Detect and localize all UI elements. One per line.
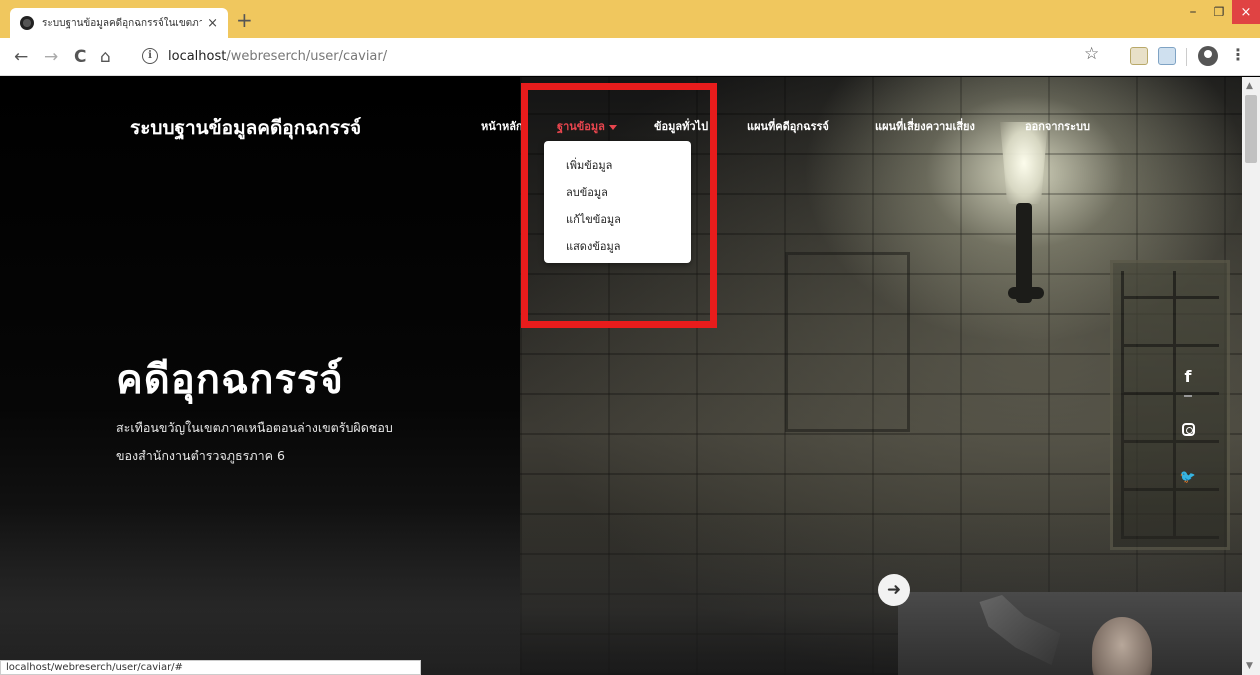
next-slide-arrow-icon[interactable]: ➜ [878, 574, 910, 606]
window-maximize-button[interactable]: ❐ [1206, 0, 1232, 24]
tab-close-icon[interactable]: × [207, 17, 218, 30]
wall-door-decoration [785, 252, 910, 432]
scroll-up-icon[interactable]: ▲ [1246, 81, 1253, 91]
street-lamp-hook [1008, 287, 1044, 299]
slide-thumbnail[interactable] [898, 592, 1243, 675]
info-icon[interactable]: i [142, 48, 158, 64]
profile-avatar-icon[interactable] [1198, 46, 1218, 66]
site-brand[interactable]: ระบบฐานข้อมูลคดีอุกฉกรรจ์ [130, 113, 361, 143]
link-status-bar: localhost/webreserch/user/caviar/# [0, 660, 421, 675]
page-viewport: ระบบฐานข้อมูลคดีอุกฉกรรจ์ หน้าหลัก ฐานข้… [0, 77, 1260, 675]
extension-icon[interactable] [1158, 47, 1176, 65]
tab-title: ระบบฐานข้อมูลคดีอุกฉกรรจ์ในเขตภาค [42, 17, 202, 29]
nav-item-crime-map[interactable]: แผนที่คดีอุกฉรรจ์ [747, 117, 829, 135]
bookmark-star-icon[interactable]: ☆ [1084, 44, 1099, 64]
annotation-highlight-box [521, 83, 717, 328]
home-icon[interactable]: ⌂ [100, 47, 111, 67]
hero-title: คดีอุกฉกรรจ์ [116, 357, 344, 403]
hero-description-line: ของสำนักงานตำรวจภูธรภาค 6 [116, 448, 285, 463]
address-bar[interactable]: i localhost/webreserch/user/caviar/ ☆ ⋮ [128, 44, 1258, 70]
nav-item-risk-map[interactable]: แผนที่เสี่ยงความเสี่ยง [875, 117, 975, 135]
toolbar-divider [1186, 48, 1187, 66]
browser-titlebar: ระบบฐานข้อมูลคดีอุกฉกรรจ์ในเขตภาค × + – … [0, 0, 1260, 38]
extension-icon[interactable] [1130, 47, 1148, 65]
scroll-down-icon[interactable]: ▼ [1246, 661, 1253, 671]
page-scrollbar[interactable]: ▲ ▼ [1242, 77, 1260, 675]
forward-arrow-icon[interactable]: → [44, 47, 58, 67]
instagram-icon[interactable] [1178, 421, 1198, 440]
back-arrow-icon[interactable]: ← [14, 47, 28, 67]
browser-toolbar: ← → C ⌂ i localhost/webreserch/user/cavi… [0, 38, 1260, 76]
scroll-thumb[interactable] [1245, 95, 1257, 163]
menu-kebab-icon[interactable]: ⋮ [1230, 45, 1246, 64]
twitter-icon[interactable]: 🐦 [1178, 470, 1198, 485]
facebook-icon[interactable]: f [1178, 367, 1198, 386]
browser-tab[interactable]: ระบบฐานข้อมูลคดีอุกฉกรรจ์ในเขตภาค × [10, 8, 228, 38]
window-minimize-button[interactable]: – [1180, 0, 1206, 24]
window-close-button[interactable]: × [1232, 0, 1260, 24]
favicon-icon [20, 16, 34, 30]
hero-description-line: สะเทือนขวัญในเขตภาคเหนือตอนล่างเขตรับผิด… [116, 420, 393, 435]
hero-description: สะเทือนขวัญในเขตภาคเหนือตอนล่างเขตรับผิด… [116, 414, 476, 470]
nav-item-home[interactable]: หน้าหลัก [481, 117, 523, 135]
nav-item-logout[interactable]: ออกจากระบบ [1025, 117, 1090, 135]
new-tab-button[interactable]: + [236, 10, 253, 30]
address-url[interactable]: localhost/webreserch/user/caviar/ [168, 49, 387, 64]
reload-icon[interactable]: C [74, 47, 86, 67]
social-divider [1184, 395, 1192, 397]
